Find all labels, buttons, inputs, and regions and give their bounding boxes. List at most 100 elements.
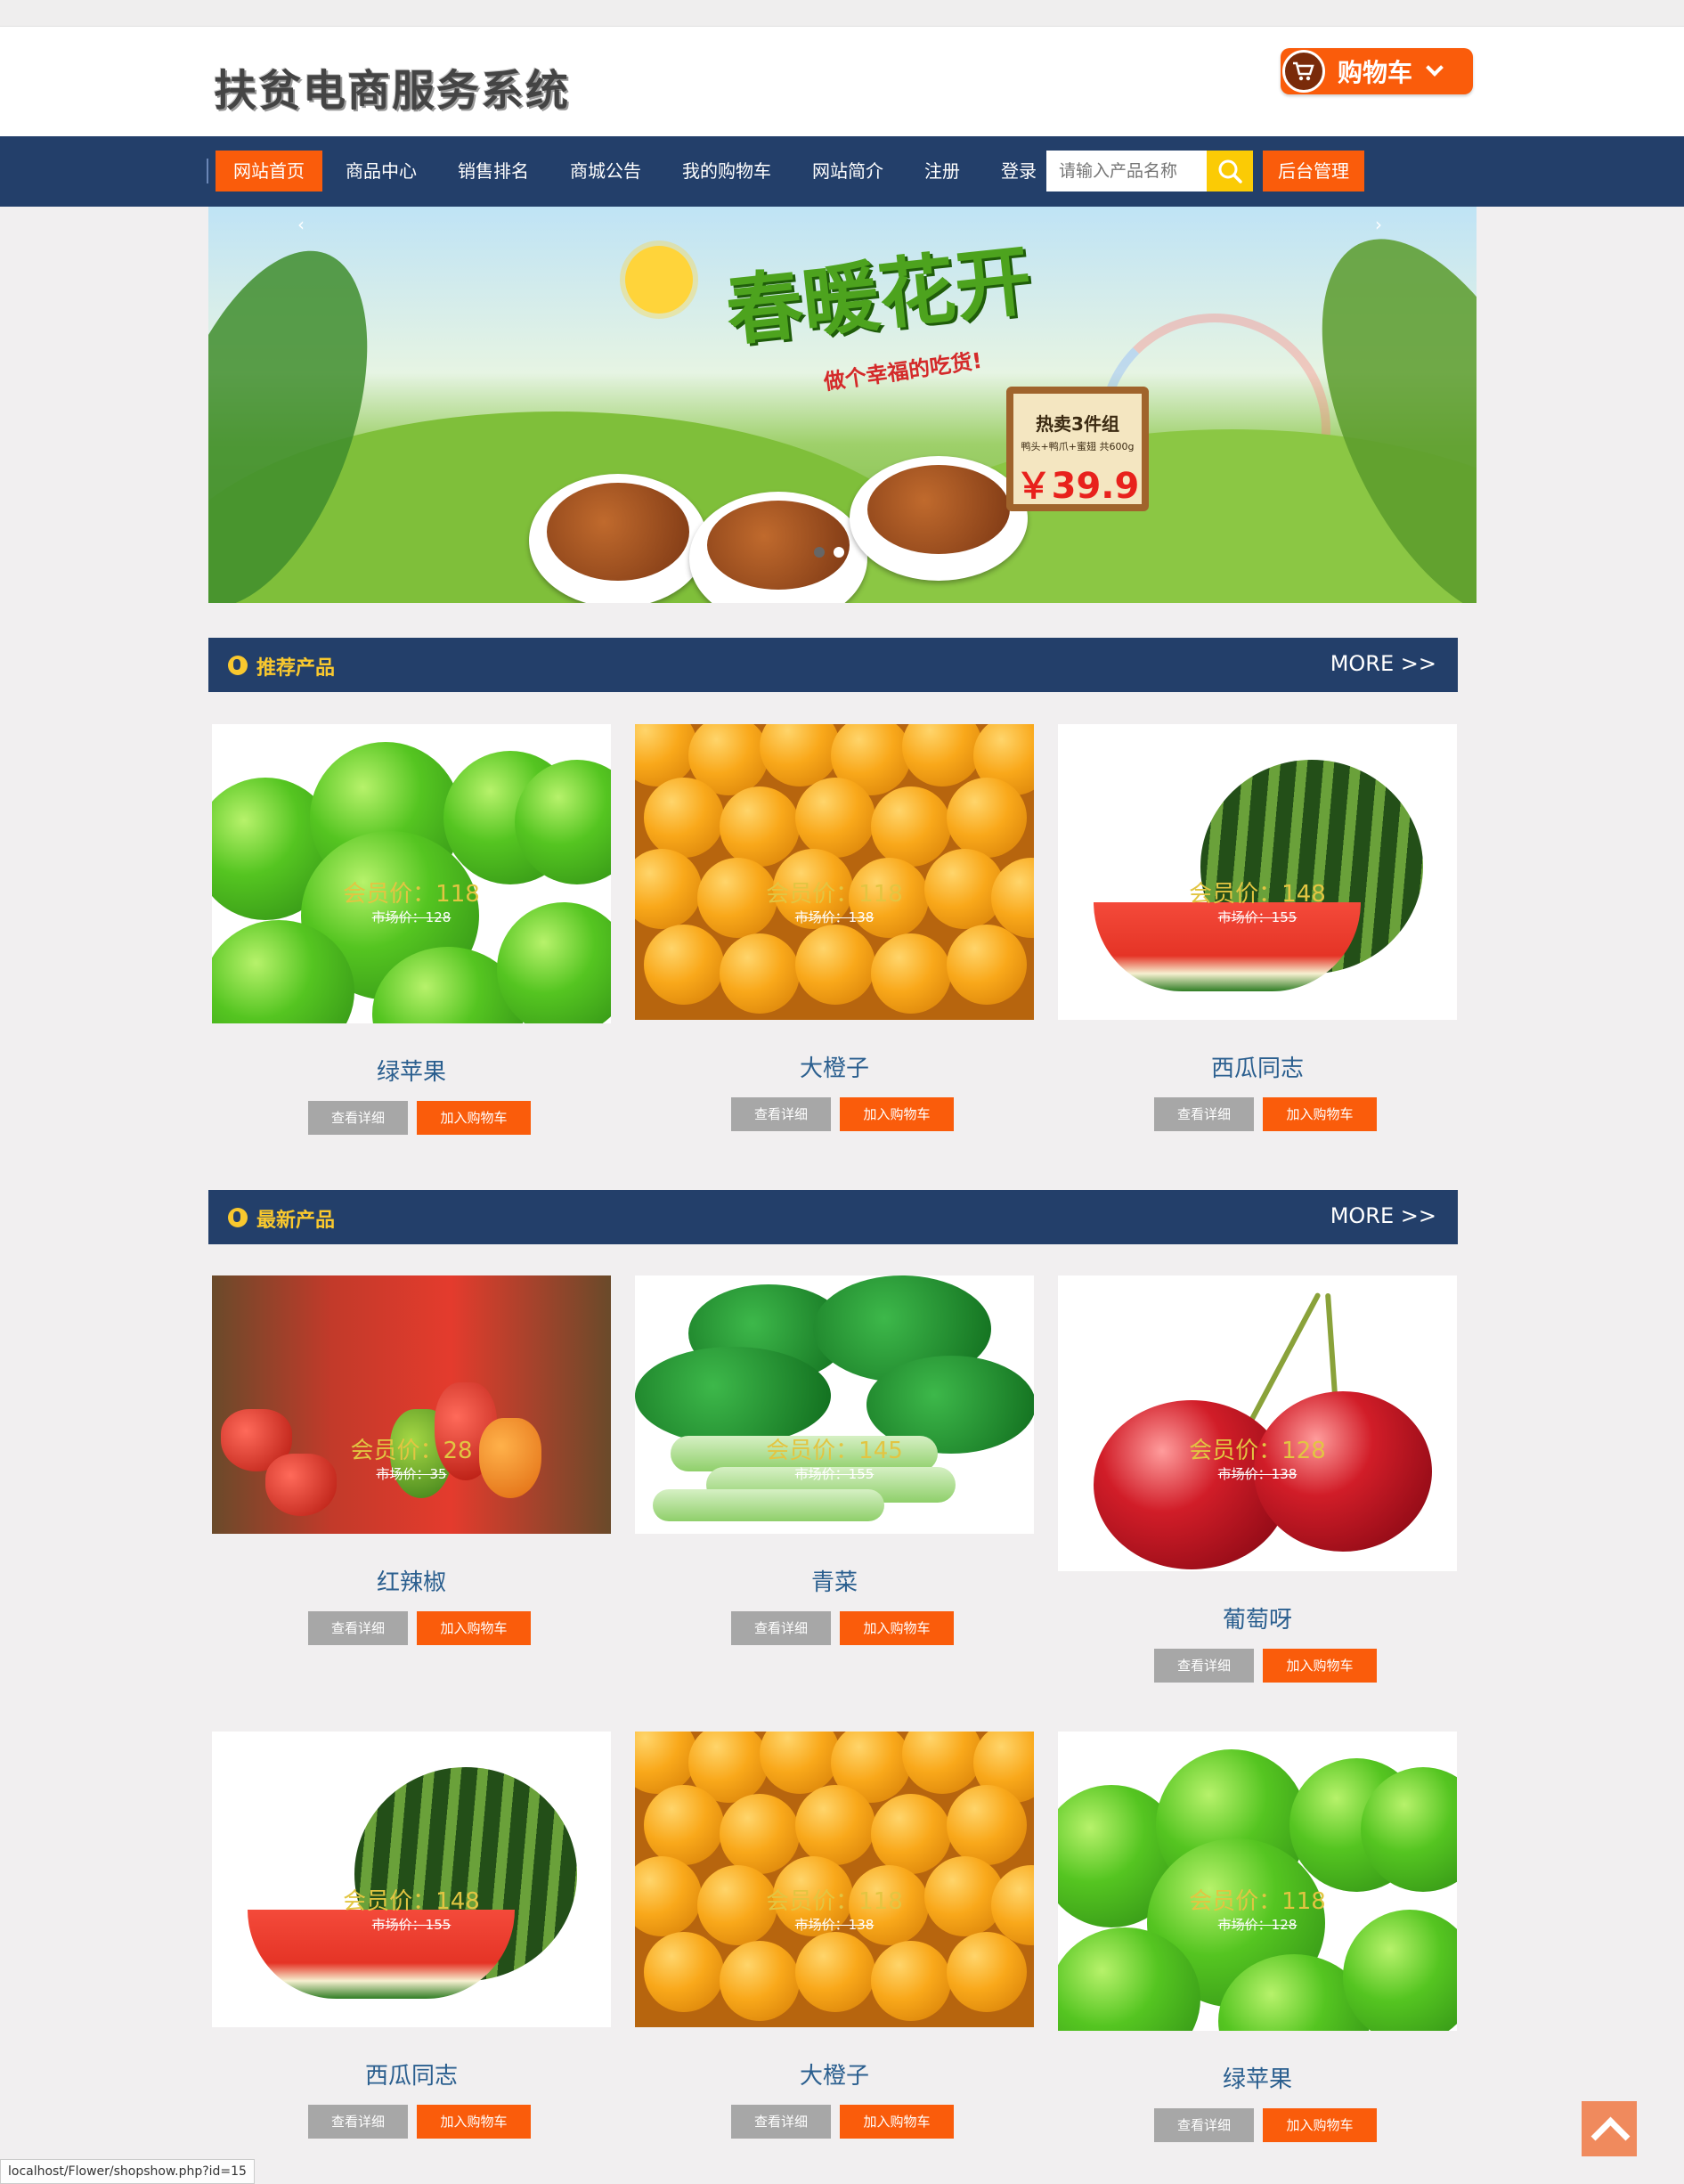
banner-dot-active[interactable] bbox=[834, 547, 844, 558]
add-to-cart-button[interactable]: 加入购物车 bbox=[840, 1097, 954, 1131]
view-detail-button[interactable]: 查看详细 bbox=[308, 1611, 408, 1645]
sign-price: ￥39.9 bbox=[1015, 466, 1140, 507]
product-name[interactable]: 大橙子 bbox=[635, 1050, 1034, 1083]
market-price: 市场价：138 bbox=[1217, 1466, 1298, 1482]
section-title: 推荐产品 bbox=[256, 657, 336, 680]
food-graphic bbox=[707, 501, 850, 590]
product-image-bok-choy[interactable]: 会员价：145 市场价：155 bbox=[635, 1275, 1034, 1534]
market-price: 市场价：155 bbox=[371, 1917, 452, 1933]
product-image-oranges[interactable]: 会员价：118 市场价：138 bbox=[635, 724, 1034, 1020]
product-name[interactable]: 绿苹果 bbox=[1058, 2061, 1457, 2094]
nav-item-login[interactable]: 登录 bbox=[983, 151, 1054, 192]
view-detail-button[interactable]: 查看详细 bbox=[1154, 2108, 1254, 2142]
nav-item-home[interactable]: 网站首页 bbox=[216, 151, 322, 192]
banner-dots bbox=[814, 547, 844, 558]
add-to-cart-button[interactable]: 加入购物车 bbox=[1263, 1097, 1377, 1131]
product-name[interactable]: 大橙子 bbox=[635, 2058, 1034, 2090]
section-recommended-header: 推荐产品 MORE >> bbox=[208, 638, 1458, 692]
globe-icon bbox=[228, 1208, 248, 1227]
add-to-cart-button[interactable]: 加入购物车 bbox=[417, 1101, 531, 1135]
view-detail-button[interactable]: 查看详细 bbox=[731, 1611, 831, 1645]
more-link[interactable]: MORE >> bbox=[1330, 1203, 1436, 1228]
nav-item-announcements[interactable]: 商城公告 bbox=[552, 151, 659, 192]
section-title: 最新产品 bbox=[256, 1210, 336, 1232]
member-price: 会员价：148 bbox=[343, 1888, 480, 1915]
nav-item-sales-ranking[interactable]: 销售排名 bbox=[440, 151, 547, 192]
product-name[interactable]: 红辣椒 bbox=[212, 1564, 611, 1597]
view-detail-button[interactable]: 查看详细 bbox=[731, 2105, 831, 2139]
banner-prev-arrow[interactable]: ‹ bbox=[297, 214, 305, 235]
product-image-oranges[interactable]: 会员价：118 市场价：138 bbox=[635, 1732, 1034, 2027]
member-price: 会员价：118 bbox=[766, 1888, 903, 1915]
view-detail-button[interactable]: 查看详细 bbox=[308, 2105, 408, 2139]
add-to-cart-button[interactable]: 加入购物车 bbox=[1263, 1649, 1377, 1683]
view-detail-button[interactable]: 查看详细 bbox=[308, 1101, 408, 1135]
product-image-watermelon[interactable]: 会员价：148 市场价：155 bbox=[1058, 724, 1457, 1020]
member-price: 会员价：28 bbox=[350, 1438, 473, 1464]
market-price: 市场价：155 bbox=[794, 1466, 875, 1482]
product-name[interactable]: 葡萄呀 bbox=[1058, 1601, 1457, 1634]
product-card: 会员价：118 市场价：138 大橙子 查看详细 加入购物车 bbox=[635, 724, 1034, 1131]
product-card: 会员价：148 市场价：155 西瓜同志 查看详细 加入购物车 bbox=[1058, 724, 1457, 1131]
product-image-red-peppers[interactable]: 会员价：28 市场价：35 bbox=[212, 1275, 611, 1534]
banner-title: 春暖花开 bbox=[721, 235, 1037, 357]
status-bar-url: localhost/Flower/shopshow.php?id=15 bbox=[0, 2159, 255, 2184]
banner-dot[interactable] bbox=[814, 547, 825, 558]
product-card: 会员价：118 市场价：128 绿苹果 查看详细 加入购物车 bbox=[212, 724, 611, 1135]
product-card: 会员价：128 市场价：138 葡萄呀 查看详细 加入购物车 bbox=[1058, 1275, 1457, 1683]
sign-subtitle: 鸭头+鸭爪+蜜翅 共600g bbox=[1021, 441, 1135, 452]
banner-slogan: 做个幸福的吃货! bbox=[822, 347, 984, 395]
product-image-green-apples[interactable]: 会员价：118 市场价：128 bbox=[212, 724, 611, 1023]
nav-item-register[interactable]: 注册 bbox=[907, 151, 978, 192]
cart-icon bbox=[1282, 50, 1325, 93]
promo-banner[interactable]: 春暖花开 做个幸福的吃货! 热卖3件组 鸭头+鸭爪+蜜翅 共600g ￥39.9… bbox=[208, 207, 1477, 603]
add-to-cart-button[interactable]: 加入购物车 bbox=[840, 1611, 954, 1645]
food-graphic bbox=[867, 465, 1010, 554]
market-price: 市场价：35 bbox=[376, 1466, 447, 1482]
product-image-green-apples[interactable]: 会员价：118 市场价：128 bbox=[1058, 1732, 1457, 2031]
cart-label: 购物车 bbox=[1338, 58, 1413, 87]
add-to-cart-button[interactable]: 加入购物车 bbox=[1263, 2108, 1377, 2142]
add-to-cart-button[interactable]: 加入购物车 bbox=[417, 1611, 531, 1645]
product-name[interactable]: 青菜 bbox=[635, 1564, 1034, 1597]
product-name[interactable]: 绿苹果 bbox=[212, 1054, 611, 1087]
search-input[interactable] bbox=[1046, 151, 1207, 192]
cart-dropdown-button[interactable]: 购物车 bbox=[1281, 48, 1473, 94]
view-detail-button[interactable]: 查看详细 bbox=[1154, 1649, 1254, 1683]
product-card: 会员价：118 市场价：138 大橙子 查看详细 加入购物车 bbox=[635, 1732, 1034, 2139]
sign-title: 热卖3件组 bbox=[1036, 413, 1119, 435]
member-price: 会员价：118 bbox=[343, 881, 480, 908]
add-to-cart-button[interactable]: 加入购物车 bbox=[417, 2105, 531, 2139]
main-nav: 网站首页 商品中心 销售排名 商城公告 我的购物车 网站简介 注册 登录 bbox=[0, 136, 1684, 207]
top-strip bbox=[0, 0, 1684, 27]
site-logo[interactable]: 扶贫电商服务系统 bbox=[214, 55, 570, 118]
nav-item-about[interactable]: 网站简介 bbox=[794, 151, 901, 192]
nav-item-products[interactable]: 商品中心 bbox=[328, 151, 435, 192]
chevron-down-icon bbox=[1426, 59, 1444, 77]
banner-next-arrow[interactable]: › bbox=[1375, 214, 1382, 235]
admin-button[interactable]: 后台管理 bbox=[1263, 151, 1364, 192]
view-detail-button[interactable]: 查看详细 bbox=[1154, 1097, 1254, 1131]
sun-icon bbox=[625, 246, 693, 314]
site-header: 扶贫电商服务系统 购物车 bbox=[0, 27, 1684, 136]
search-icon bbox=[1218, 159, 1242, 183]
search-button[interactable] bbox=[1207, 151, 1253, 192]
add-to-cart-button[interactable]: 加入购物车 bbox=[840, 2105, 954, 2139]
product-name[interactable]: 西瓜同志 bbox=[1058, 1050, 1457, 1083]
nav-item-my-cart[interactable]: 我的购物车 bbox=[664, 151, 789, 192]
food-graphic bbox=[547, 483, 689, 581]
market-price: 市场价：138 bbox=[794, 1917, 875, 1933]
nav-divider bbox=[207, 159, 208, 183]
more-link[interactable]: MORE >> bbox=[1330, 651, 1436, 676]
market-price: 市场价：155 bbox=[1217, 909, 1298, 925]
product-image-cherries[interactable]: 会员价：128 市场价：138 bbox=[1058, 1275, 1457, 1571]
product-name[interactable]: 西瓜同志 bbox=[212, 2058, 611, 2090]
view-detail-button[interactable]: 查看详细 bbox=[731, 1097, 831, 1131]
section-newest-header: 最新产品 MORE >> bbox=[208, 1190, 1458, 1244]
market-price: 市场价：128 bbox=[371, 909, 452, 925]
member-price: 会员价：118 bbox=[766, 881, 903, 908]
product-card: 会员价：145 市场价：155 青菜 查看详细 加入购物车 bbox=[635, 1275, 1034, 1645]
product-card: 会员价：28 市场价：35 红辣椒 查看详细 加入购物车 bbox=[212, 1275, 611, 1645]
back-to-top-button[interactable] bbox=[1582, 2101, 1637, 2156]
product-image-watermelon[interactable]: 会员价：148 市场价：155 bbox=[212, 1732, 611, 2027]
